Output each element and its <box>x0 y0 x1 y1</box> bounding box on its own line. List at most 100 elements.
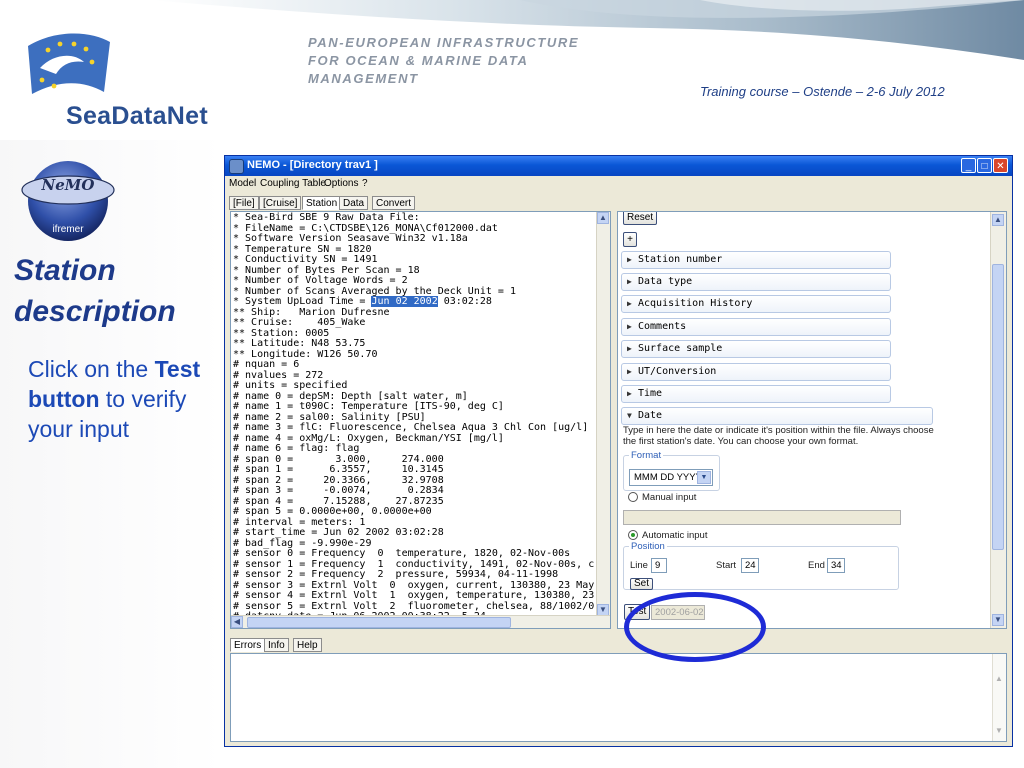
chevron-down-icon: ▼ <box>697 471 711 484</box>
section-station-number[interactable]: ▶ Station number <box>621 251 891 269</box>
end-field[interactable]: 34 <box>827 558 845 573</box>
slide-title: Station description <box>14 254 176 328</box>
window-title: NEMO - [Directory trav1 ] <box>247 159 378 171</box>
nemo-logo-icon: NeMO ifremer <box>12 158 124 244</box>
nemo-window: NEMO - [Directory trav1 ] _ □ ✕ Model Co… <box>224 155 1013 747</box>
raw-data-line: * System UpLoad Time = Jun 02 2002 03:02… <box>233 296 492 307</box>
station-settings-panel: Reset + ▶ Station number ▶ Data type ▶ Acqu… <box>617 211 1007 629</box>
raw-data-line: # name 3 = flC: Fluorescence, Chelsea Aq… <box>233 422 589 433</box>
start-field[interactable]: 24 <box>741 558 759 573</box>
raw-data-line: # units = specified <box>233 380 348 391</box>
reset-button[interactable]: Reset <box>623 212 658 225</box>
organization-text: PAN-EUROPEAN INFRASTRUCTURE FOR OCEAN & … <box>308 35 580 86</box>
expand-arrow-icon: ▶ <box>627 389 632 398</box>
raw-data-lines: * Sea-Bird SBE 9 Raw Data File: * FileNam… <box>233 212 594 628</box>
menu-help[interactable]: ? <box>362 178 368 189</box>
test-button-highlight-ring <box>624 592 766 662</box>
expand-arrow-icon: ▶ <box>627 277 632 286</box>
raw-data-line: ** Cruise: 405_Wake <box>233 317 366 328</box>
section-acquisition-history[interactable]: ▶ Acquisition History <box>621 295 891 313</box>
section-data-type[interactable]: ▶ Data type <box>621 273 891 291</box>
expand-arrow-icon: ▶ <box>627 299 632 308</box>
maximize-button[interactable]: □ <box>977 158 992 173</box>
position-group: Position Line 9 Start 24 End 34 Set <box>623 541 899 590</box>
close-button[interactable]: ✕ <box>993 158 1008 173</box>
scroll-down-icon[interactable]: ▼ <box>995 726 1003 735</box>
section-date[interactable]: ▼ Date <box>621 407 933 425</box>
expand-arrow-icon: ▶ <box>627 367 632 376</box>
vertical-scroll-thumb[interactable] <box>992 264 1004 550</box>
manual-input-radio[interactable] <box>628 492 638 502</box>
tab-data[interactable]: Data <box>339 196 369 210</box>
date-help-line-2: the first station's date. You can choose… <box>623 436 859 447</box>
messages-list[interactable]: ▲ ▼ <box>230 653 1007 742</box>
format-group: Format MMM DD YYYY ▼ <box>623 450 720 491</box>
menu-bar: Model Coupling Table Options ? <box>225 176 1012 191</box>
raw-data-line: * Software Version Seasave Win32 v1.18a <box>233 233 468 244</box>
scroll-up-icon[interactable]: ▲ <box>995 674 1003 683</box>
horizontal-scroll-thumb[interactable] <box>247 617 511 628</box>
section-time[interactable]: ▶ Time <box>621 385 891 403</box>
scroll-up-icon[interactable]: ▲ <box>597 212 609 224</box>
messages-vertical-scrollbar[interactable]: ▲ ▼ <box>992 654 1006 741</box>
raw-data-line: * Conductivity SN = 1491 <box>233 254 378 265</box>
manual-input-label: Manual input <box>642 492 697 503</box>
automatic-input-radio[interactable] <box>628 530 638 540</box>
manual-input-field[interactable] <box>623 510 901 525</box>
expand-arrow-icon: ▶ <box>627 344 632 353</box>
seadatanet-logo-icon <box>28 33 110 94</box>
raw-data-textarea[interactable]: * Sea-Bird SBE 9 Raw Data File: * FileNam… <box>230 211 611 629</box>
menu-options[interactable]: Options <box>324 178 358 189</box>
tab-station[interactable]: Station <box>302 196 342 210</box>
expand-arrow-icon: ▶ <box>627 322 632 331</box>
raw-data-line: # span 3 = -0.0074, 0.2834 <box>233 485 444 496</box>
raw-data-line: # span 5 = 0.0000e+00, 0.0000e+00 <box>233 506 432 517</box>
tab-help[interactable]: Help <box>293 638 322 652</box>
set-button[interactable]: Set <box>630 578 654 590</box>
settings-vertical-scrollbar[interactable]: ▲ ▼ <box>990 212 1006 628</box>
scroll-up-icon[interactable]: ▲ <box>992 214 1004 226</box>
raw-horizontal-scrollbar[interactable]: ◀ <box>231 615 610 628</box>
automatic-input-label: Automatic input <box>642 530 708 541</box>
brand-name: SeaDataNet <box>66 102 208 130</box>
scroll-down-icon[interactable]: ▼ <box>992 614 1004 626</box>
selected-date-text: Jun 02 2002 <box>371 296 438 307</box>
raw-data-line: # nquan = 6 <box>233 359 300 370</box>
tab-errors[interactable]: Errors <box>230 638 266 652</box>
raw-vertical-scrollbar[interactable]: ▲ ▼ <box>596 212 610 616</box>
section-ut-conversion[interactable]: ▶ UT/Conversion <box>621 363 891 381</box>
tab-convert[interactable]: Convert <box>372 196 416 210</box>
expand-arrow-icon: ▶ <box>627 255 632 264</box>
slide-header: PAN-EUROPEAN INFRASTRUCTURE FOR OCEAN & … <box>0 0 1024 140</box>
raw-data-line: # sensor 0 = Frequency 0 temperature, 18… <box>233 548 571 559</box>
app-icon <box>229 159 244 174</box>
format-select[interactable]: MMM DD YYYY ▼ <box>629 469 713 486</box>
line-label: Line <box>630 560 648 571</box>
tab-info[interactable]: Info <box>264 638 289 652</box>
line-field[interactable]: 9 <box>651 558 667 573</box>
instruction-text: Click on the Test button to verify your … <box>28 356 201 442</box>
raw-data-line: # name 1 = t090C: Temperature [ITS-90, d… <box>233 401 504 412</box>
add-button[interactable]: + <box>623 232 637 247</box>
scroll-left-icon[interactable]: ◀ <box>231 616 243 628</box>
menu-model[interactable]: Model <box>229 178 256 189</box>
end-label: End <box>808 560 825 571</box>
raw-data-line: * Sea-Bird SBE 9 Raw Data File: <box>233 212 420 223</box>
window-titlebar[interactable]: NEMO - [Directory trav1 ] _ □ ✕ <box>225 156 1012 176</box>
tab-file[interactable]: [File] <box>229 196 259 210</box>
tab-cruise[interactable]: [Cruise] <box>259 196 302 210</box>
raw-data-line: # span 1 = 6.3557, 10.3145 <box>233 464 444 475</box>
menu-coupling-table[interactable]: Coupling Table <box>260 178 326 189</box>
raw-data-line: ** Latitude: N48 53.75 <box>233 338 366 349</box>
raw-data-line: # name 6 = flag: flag <box>233 443 360 454</box>
date-help-line-1: Type in here the date or indicate it's p… <box>623 425 934 436</box>
raw-data-line: * Number of Voltage Words = 2 <box>233 275 408 286</box>
section-surface-sample[interactable]: ▶ Surface sample <box>621 340 891 358</box>
collapse-arrow-icon: ▼ <box>627 411 632 420</box>
section-comments[interactable]: ▶ Comments <box>621 318 891 336</box>
training-course-label: Training course – Ostende – 2-6 July 201… <box>700 84 945 99</box>
minimize-button[interactable]: _ <box>961 158 976 173</box>
raw-data-line: # start_time = Jun 02 2002 03:02:28 <box>233 527 444 538</box>
raw-data-line: # sensor 2 = Frequency 2 pressure, 59934… <box>233 569 559 580</box>
start-label: Start <box>716 560 737 571</box>
